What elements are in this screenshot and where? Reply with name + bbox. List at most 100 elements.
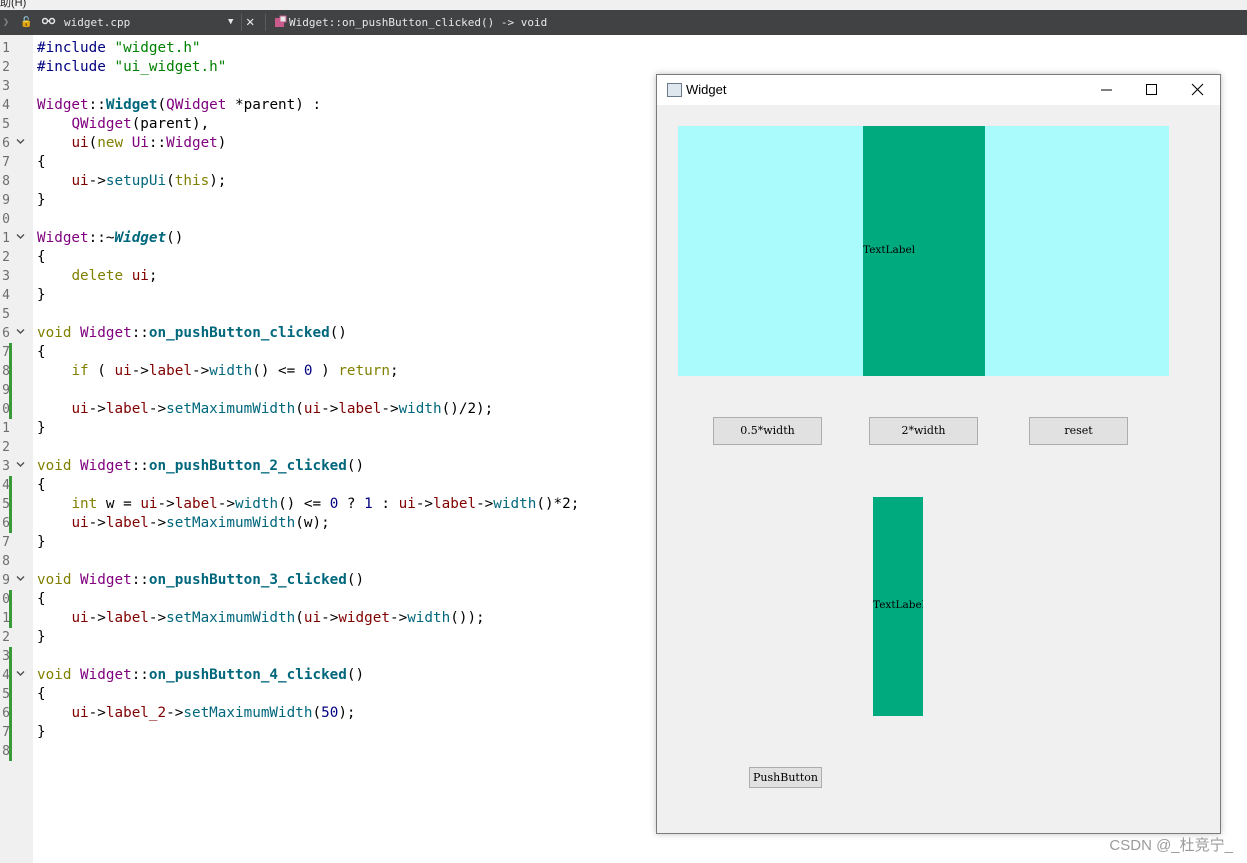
fold-chevron-icon[interactable] [16,324,25,343]
fold-chevron-icon[interactable] [16,229,25,248]
code-token: { [37,249,46,265]
half-width-button[interactable]: 0.5*width [713,417,822,445]
code-line[interactable]: { [37,476,579,495]
open-file-name[interactable]: widget.cpp [64,10,130,35]
code-token: { [37,686,46,702]
code-line[interactable]: ui->label->setMaximumWidth(ui->label->wi… [37,400,579,419]
code-token: int [71,496,98,512]
code-token: label [105,401,149,417]
code-token: ui [71,705,89,721]
code-line[interactable]: void Widget::on_pushButton_4_clicked() [37,666,579,685]
minimize-button[interactable] [1083,75,1129,105]
code-token: { [37,591,46,607]
maximize-button[interactable] [1128,75,1174,105]
code-line[interactable]: { [37,590,579,609]
code-line[interactable]: ui->label->setMaximumWidth(ui->widget->w… [37,609,579,628]
code-line[interactable]: int w = ui->label->width() <= 0 ? 1 : ui… [37,495,579,514]
code-token: on_pushButton_3_clicked [148,572,347,588]
code-token: width [209,363,253,379]
code-token: void [37,458,72,474]
current-symbol[interactable]: Widget::on_pushButton_clicked() -> void [289,10,547,35]
code-token: width [235,496,279,512]
code-line[interactable]: QWidget(parent), [37,115,579,134]
code-token: { [37,344,46,360]
code-line[interactable]: void Widget::on_pushButton_3_clicked() [37,571,579,590]
back-arrow-icon[interactable]: ❯ [3,10,9,35]
menu-fragment[interactable]: 助(H) [0,0,26,10]
code-line[interactable] [37,438,579,457]
file-dropdown-icon[interactable]: ▼ [228,10,233,35]
line-number: 3 [2,269,10,284]
code-token: () <= [252,363,304,379]
code-line[interactable] [37,381,579,400]
fold-chevron-icon[interactable] [16,134,25,153]
fold-chevron-icon[interactable] [16,571,25,590]
code-token: ()); [450,610,485,626]
code-token: { [37,154,46,170]
window-titlebar[interactable]: Widget [657,75,1220,105]
line-number: 9 [2,573,10,588]
code-line[interactable]: } [37,191,579,210]
double-width-button[interactable]: 2*width [869,417,978,445]
code-line[interactable]: Widget::Widget(QWidget *parent) : [37,96,579,115]
code-line[interactable] [37,305,579,324]
code-line[interactable]: { [37,343,579,362]
editor-tab-bar: ❯ 🔓 widget.cpp ▼ ✕ Widget::on_pushButton… [0,10,1247,35]
code-line[interactable]: } [37,419,579,438]
code-line[interactable]: } [37,628,579,647]
code-token: setMaximumWidth [166,610,296,626]
fold-chevron-icon[interactable] [16,666,25,685]
code-line[interactable] [37,552,579,571]
code-line[interactable]: ui->label_2->setMaximumWidth(50); [37,704,579,723]
fold-chevron-icon[interactable] [16,457,25,476]
code-token: { [37,477,46,493]
code-token: () [346,667,365,683]
code-token: return [338,363,390,379]
code-token: :: [88,97,106,113]
code-line[interactable] [37,77,579,96]
code-line[interactable]: ui->label->setMaximumWidth(w); [37,514,579,533]
code-line[interactable]: } [37,286,579,305]
code-line[interactable] [37,742,579,761]
line-number: 0 [2,212,10,227]
code-token: -> [88,401,106,417]
close-button[interactable] [1174,75,1220,105]
line-number: 2 [2,630,10,645]
code-token: QWidget [166,97,227,113]
code-line[interactable]: delete ui; [37,267,579,286]
code-line[interactable]: #include "widget.h" [37,39,579,58]
code-token: ( [157,97,167,113]
close-file-icon[interactable]: ✕ [246,10,254,35]
code-line[interactable]: void Widget::on_pushButton_clicked() [37,324,579,343]
code-line[interactable]: Widget::~Widget() [37,229,579,248]
code-line[interactable]: } [37,533,579,552]
widget-window: Widget TextLabel 0.5*width 2*width reset… [656,74,1221,834]
code-token: } [37,629,46,645]
code-line[interactable]: void Widget::on_pushButton_2_clicked() [37,457,579,476]
code-line[interactable]: if ( ui->label->width() <= 0 ) return; [37,362,579,381]
code-token: () [329,325,347,341]
code-token: "ui_widget.h" [114,59,227,75]
code-line[interactable] [37,647,579,666]
code-token: delete [71,268,124,284]
code-token: #include [37,59,115,75]
code-token: widget [338,610,390,626]
push-button[interactable]: PushButton [749,767,822,788]
code-token: ( [88,135,98,151]
code-line[interactable]: ui(new Ui::Widget) [37,134,579,153]
code-line[interactable]: { [37,153,579,172]
code-token: () [346,572,365,588]
code-token: label [105,515,149,531]
code-line[interactable]: #include "ui_widget.h" [37,58,579,77]
code-line[interactable] [37,210,579,229]
code-line[interactable]: ui->setupUi(this); [37,172,579,191]
code-editor[interactable]: #include "widget.h" #include "ui_widget.h… [37,39,579,761]
code-line[interactable]: { [37,685,579,704]
change-marker [9,590,12,628]
code-line[interactable]: { [37,248,579,267]
code-line[interactable]: } [37,723,579,742]
reset-button[interactable]: reset [1029,417,1128,445]
